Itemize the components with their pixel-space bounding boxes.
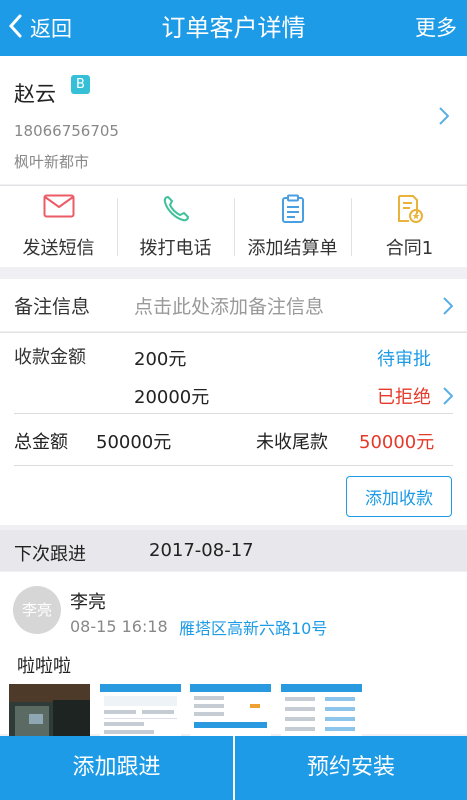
- payment-status-pending: 待审批: [377, 349, 431, 370]
- record-content: 啦啦啦: [17, 656, 71, 677]
- chevron-left-icon: [8, 14, 22, 43]
- add-settlement-label: 添加结算单: [247, 238, 338, 259]
- screenshot-thumbnail[interactable]: [100, 684, 181, 736]
- back-button[interactable]: 返回: [8, 0, 72, 56]
- send-sms-label: 发送短信: [22, 238, 95, 259]
- remark-row[interactable]: 备注信息 点击此处添加备注信息: [0, 279, 467, 331]
- schedule-install-button[interactable]: 预约安装: [235, 736, 467, 800]
- screenshot-thumbnail[interactable]: [281, 684, 362, 736]
- add-follow-button[interactable]: 添加跟进: [0, 736, 233, 800]
- photo-thumbnail[interactable]: [9, 684, 90, 736]
- unpaid-value: 50000元: [359, 432, 435, 453]
- call-phone-button[interactable]: 拨打电话: [117, 186, 234, 268]
- customer-name: 赵云: [14, 82, 56, 106]
- payment-status-rejected: 已拒绝: [377, 387, 431, 408]
- add-payment-button[interactable]: 添加收款: [346, 476, 452, 517]
- divider: [14, 465, 453, 466]
- envelope-icon: [0, 194, 117, 224]
- screenshot-thumbnail[interactable]: [190, 684, 271, 736]
- title-bar: 返回 订单客户详情 更多: [0, 0, 467, 56]
- clipboard-icon: [234, 194, 351, 224]
- next-follow-row: 下次跟进 2017-08-17: [0, 530, 467, 571]
- record-address[interactable]: 雁塔区高新六路10号: [179, 615, 327, 639]
- customer-phone: 18066756705: [14, 122, 119, 140]
- next-follow-label: 下次跟进: [14, 544, 86, 565]
- send-sms-button[interactable]: 发送短信: [0, 186, 117, 268]
- payment-section: 收款金额 200元 待审批 20000元 已拒绝 总金额 50000元 未收尾款…: [0, 332, 467, 525]
- contract-label: 合同1: [385, 238, 434, 259]
- unpaid-label: 未收尾款: [256, 432, 328, 453]
- call-phone-label: 拨打电话: [139, 238, 212, 259]
- remark-label: 备注信息: [14, 296, 91, 318]
- phone-icon: [117, 194, 234, 224]
- payment-label: 收款金额: [14, 347, 86, 368]
- action-row: 发送短信 拨打电话 添加结算单 合同1: [0, 185, 467, 267]
- divider: [14, 413, 453, 414]
- payment-amount: 20000元: [134, 387, 210, 408]
- customer-level-badge: B: [71, 75, 90, 94]
- remark-placeholder: 点击此处添加备注信息: [134, 296, 325, 318]
- total-value: 50000元: [96, 432, 172, 453]
- record-author: 李亮: [70, 592, 106, 613]
- next-follow-date: 2017-08-17: [149, 540, 254, 561]
- contract-button[interactable]: 合同1: [351, 186, 467, 268]
- back-label: 返回: [30, 17, 72, 41]
- payment-amount: 200元: [134, 349, 187, 370]
- more-button[interactable]: 更多: [415, 0, 457, 56]
- add-settlement-button[interactable]: 添加结算单: [234, 186, 351, 268]
- contract-icon: [351, 194, 467, 224]
- customer-card[interactable]: 赵云 18066756705 枫叶新都市: [0, 56, 467, 184]
- avatar: 李亮: [13, 586, 61, 634]
- chevron-right-icon: [443, 296, 454, 321]
- chevron-right-icon: [439, 106, 450, 131]
- customer-community: 枫叶新都市: [14, 153, 90, 171]
- chevron-right-icon[interactable]: [443, 386, 454, 411]
- record-time: 08-15 16:18: [70, 617, 168, 636]
- bottom-action-bar: 添加跟进 预约安装: [0, 736, 467, 800]
- total-label: 总金额: [14, 432, 68, 453]
- follow-record: 李亮 李亮 08-15 16:18 雁塔区高新六路10号 啦啦啦: [0, 572, 467, 736]
